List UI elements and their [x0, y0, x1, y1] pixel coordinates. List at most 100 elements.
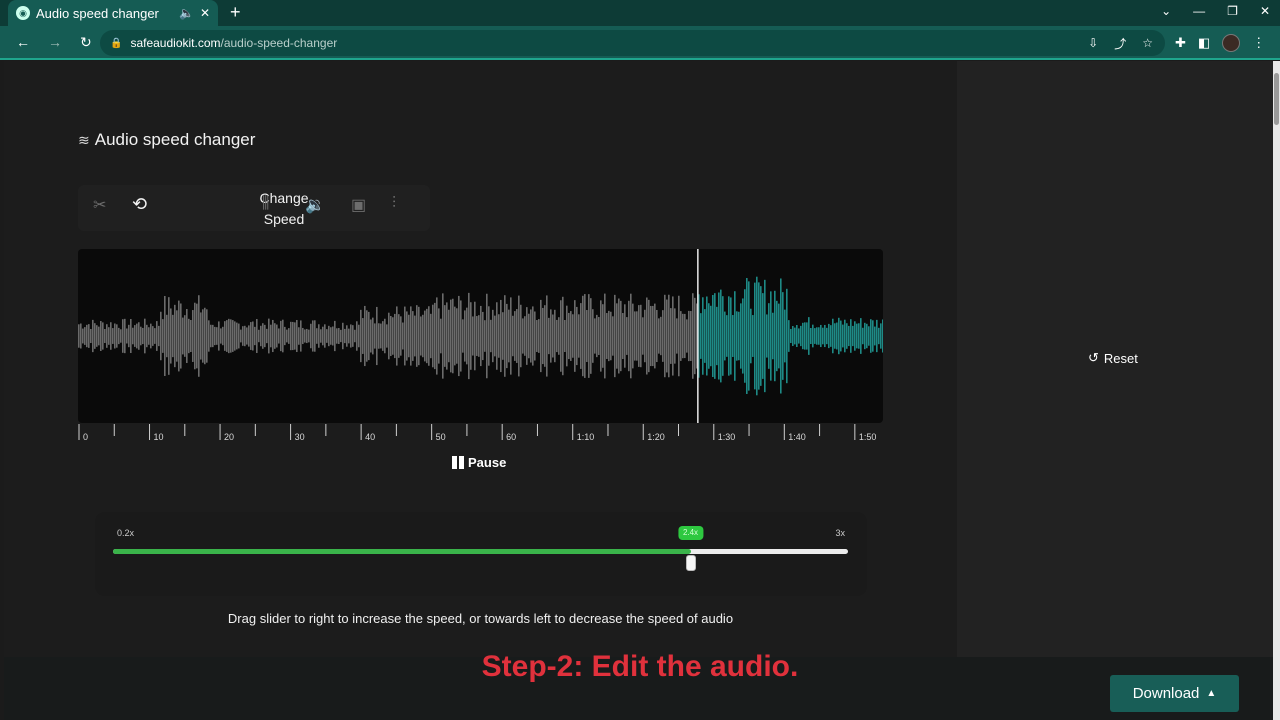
waveform-bar [608, 310, 610, 362]
share-icon[interactable]: ⤴ [1114, 35, 1126, 52]
waveform-bar [98, 326, 100, 346]
waveform-bar [550, 309, 552, 363]
waveform-bar [194, 302, 196, 370]
close-tab-icon[interactable]: ✕ [200, 6, 210, 20]
tab-audio-icon[interactable]: 🔈 [179, 6, 194, 20]
waveform-bar [770, 291, 772, 381]
waveform-bar [196, 303, 198, 369]
waveform-bar [254, 326, 256, 346]
waveform-bar [836, 322, 838, 350]
waveform-bar [144, 318, 146, 354]
waveform-bar [772, 312, 774, 360]
scissors-icon[interactable]: ✂ [93, 195, 106, 215]
waveform-bar [464, 310, 466, 362]
waveform-bar [342, 322, 344, 350]
waveform-bar [718, 292, 720, 380]
waveform-bar [710, 305, 712, 367]
waveform-bar [138, 322, 140, 350]
window-controls: ⌄ — ❐ ✕ [1161, 4, 1270, 18]
waveform-bar [234, 321, 236, 351]
slider-hint-text: Drag slider to right to increase the spe… [227, 611, 734, 626]
waveform-bar [794, 327, 796, 345]
waveform-bar [242, 326, 244, 346]
speed-slider-panel: 0.2x 3x 2.4x [95, 512, 867, 596]
waveform-bar [540, 299, 542, 373]
speed-slider-handle[interactable] [685, 555, 696, 571]
browser-menu-icon[interactable]: ⋮ [1252, 35, 1265, 51]
waveform-bar [664, 294, 666, 378]
timeline-ruler-svg: 0 10 20 30 40 50 60 1:10 1:20 1:30 1:40 1:50 [78, 424, 876, 442]
waveform-bar [156, 321, 158, 351]
mixer-sliders-icon[interactable]: ⫶ [392, 195, 396, 213]
waveform-bar [438, 308, 440, 364]
speed-icon[interactable]: ⟲ [132, 194, 147, 215]
waveform-bar [738, 311, 740, 361]
scrollbar-thumb[interactable] [1274, 73, 1279, 125]
waveform-bar [262, 323, 264, 349]
waveform-bar [172, 314, 174, 358]
waveform-bar [212, 324, 214, 348]
waveform-bar [676, 318, 678, 354]
tab-search-icon[interactable]: ⌄ [1161, 4, 1171, 18]
volume-icon[interactable]: 🔉 [305, 195, 325, 215]
waveform-bar [422, 314, 424, 358]
tool-selector: ✂ ⟲ Change Speed ⫼ 🔉 ▣ ⫶ [78, 185, 430, 231]
tutorial-caption: Step-2: Edit the audio. [481, 650, 799, 683]
waveform-bar [472, 316, 474, 356]
waveform-bar [504, 295, 506, 377]
restore-icon[interactable]: ❐ [1227, 4, 1238, 18]
profile-avatar[interactable] [1222, 34, 1241, 52]
waveform-bar [814, 328, 816, 344]
waveform-view[interactable] [78, 249, 883, 423]
waveform-bar [168, 297, 170, 375]
download-button[interactable]: Download ▲ [1110, 675, 1239, 712]
waveform-bar [112, 328, 114, 344]
waveform-bar [522, 318, 524, 354]
waveform-bar [580, 303, 582, 369]
waveform-bar [514, 311, 516, 361]
waveform-bar [142, 327, 144, 345]
lock-icon: 🔒 [110, 37, 123, 49]
address-bar[interactable]: 🔒 safeaudiokit.com/audio-speed-changer ⇩… [100, 30, 1165, 56]
waveform-bar [476, 316, 478, 356]
waveform-bar [534, 311, 536, 361]
waveform-bar [266, 328, 268, 344]
waveform-bar [140, 326, 142, 346]
timeline-label: 40 [365, 432, 375, 442]
reset-button[interactable]: ↺ Reset [1088, 350, 1138, 366]
waveform-bar [876, 319, 878, 353]
waveform-bar [170, 308, 172, 364]
waveform-bar [78, 324, 80, 348]
waveform-bar [636, 311, 638, 361]
speed-slider-track[interactable] [113, 549, 848, 554]
waveform-bar [386, 324, 388, 348]
install-app-icon[interactable]: ⇩ [1088, 36, 1098, 50]
waveform-bar [826, 327, 828, 345]
new-tab-icon[interactable]: + [230, 2, 241, 23]
browser-tab[interactable]: ◉ Audio speed changer 🔈 ✕ [8, 0, 218, 26]
waveform-bar [326, 329, 328, 343]
extensions-puzzle-icon[interactable]: ✚ [1175, 35, 1186, 51]
waveform-bar [508, 309, 510, 363]
reload-icon[interactable]: ↻ [80, 34, 92, 51]
equalizer-bars-icon[interactable]: ⫼ [262, 195, 269, 213]
waveform-bar [246, 327, 248, 345]
pause-button[interactable]: Pause [452, 455, 506, 470]
back-icon[interactable]: ← [16, 34, 30, 51]
bookmark-star-icon[interactable]: ☆ [1142, 36, 1153, 50]
waveform-bar [118, 327, 120, 345]
waveform-bar [724, 311, 726, 361]
side-panel-icon[interactable]: ◧ [1198, 35, 1210, 51]
minimize-icon[interactable]: — [1193, 4, 1205, 18]
speaker-icon[interactable]: ▣ [351, 195, 366, 215]
waveform-bar [600, 300, 602, 372]
waveform-bar [250, 322, 252, 350]
waveform-bar [420, 316, 422, 356]
forward-icon[interactable]: → [48, 34, 62, 51]
waveform-bar [358, 324, 360, 348]
waveform-bar [612, 316, 614, 356]
waveform-bar [500, 299, 502, 373]
close-window-icon[interactable]: ✕ [1260, 4, 1270, 18]
page-scrollbar[interactable] [1273, 61, 1280, 720]
waveform-bar [726, 315, 728, 357]
